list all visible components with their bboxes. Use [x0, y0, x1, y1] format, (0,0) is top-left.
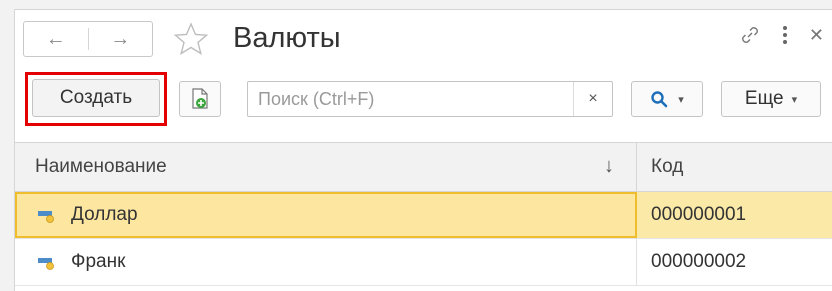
window-controls: ✕ — [739, 24, 824, 46]
close-icon[interactable]: ✕ — [809, 25, 824, 46]
chevron-down-icon: ▾ — [678, 93, 684, 106]
search-field: × — [247, 81, 613, 117]
chevron-down-icon: ▾ — [791, 93, 798, 106]
catalog-item-icon — [38, 258, 54, 270]
search-clear-button[interactable]: × — [573, 82, 612, 116]
add-document-icon — [192, 88, 208, 109]
more-button-label: Еще — [744, 88, 784, 109]
currency-name: Франк — [71, 251, 126, 272]
table-row[interactable]: Франк 000000002 — [15, 239, 832, 286]
navigation-buttons: ← → — [23, 21, 153, 57]
sort-descending-icon: ↓ — [604, 155, 614, 177]
more-button[interactable]: Еще ▾ — [721, 81, 821, 117]
table-row[interactable]: Доллар 000000001 — [15, 192, 832, 239]
more-vertical-icon[interactable] — [781, 24, 789, 46]
create-button[interactable]: Создать — [32, 79, 160, 117]
command-bar: Создать × ▾ Еще ▾ — [15, 72, 832, 136]
currency-list: Наименование ↓ Код Доллар 000000001 Фран… — [15, 142, 832, 286]
arrow-left-icon: ← — [45, 27, 66, 50]
link-icon[interactable] — [739, 24, 761, 46]
search-input[interactable] — [248, 82, 588, 116]
catalog-item-icon — [38, 211, 54, 223]
column-header-name[interactable]: Наименование ↓ — [15, 143, 637, 191]
cell-name: Доллар — [15, 192, 637, 238]
table-header: Наименование ↓ Код — [15, 142, 832, 192]
search-button[interactable]: ▾ — [631, 81, 703, 117]
page-title: Валюты — [233, 22, 341, 54]
column-header-label: Наименование — [35, 156, 167, 177]
cell-code: 000000002 — [651, 251, 747, 272]
arrow-right-icon: → — [110, 27, 131, 50]
forward-button[interactable]: → — [89, 22, 153, 56]
currency-name: Доллар — [71, 204, 138, 225]
cell-name: Франк — [15, 239, 637, 285]
back-button[interactable]: ← — [24, 22, 88, 56]
search-icon — [651, 91, 668, 108]
form-window: ← → Валюты ✕ Создать Поиск (Ctrl+F) × ▾ … — [14, 9, 832, 291]
column-header-label: Код — [651, 156, 684, 177]
cell-code: 000000001 — [637, 192, 832, 238]
column-header-code[interactable]: Код — [637, 143, 832, 191]
create-by-copy-button[interactable] — [179, 81, 221, 117]
star-icon — [174, 22, 208, 55]
title-bar: ← → Валюты ✕ — [15, 10, 832, 72]
favorite-button[interactable] — [171, 19, 211, 59]
